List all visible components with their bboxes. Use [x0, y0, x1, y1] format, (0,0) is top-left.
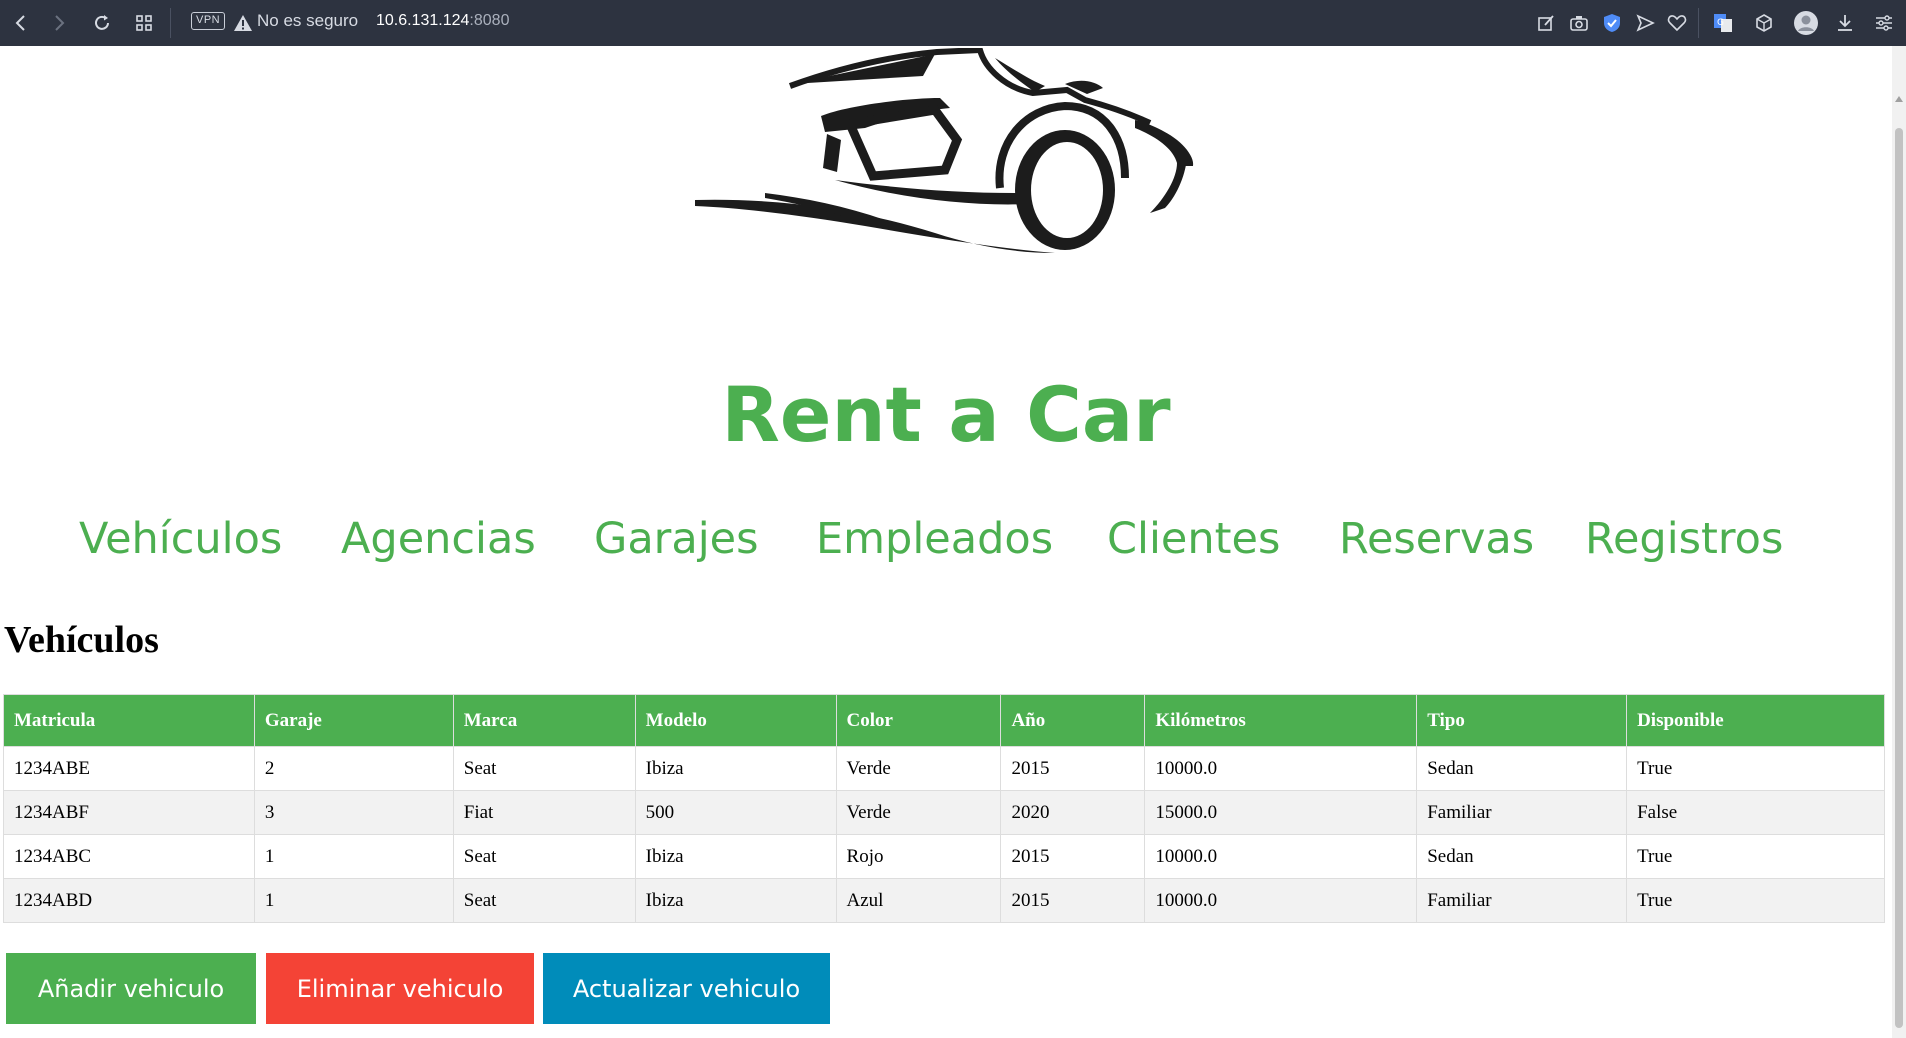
cell-kilometros: 10000.0 [1144, 746, 1418, 791]
url-host: 10.6.131.124 [376, 12, 470, 29]
column-header-tipo: Tipo [1416, 694, 1628, 747]
toolbar-divider [1698, 8, 1699, 38]
cell-color: Azul [835, 878, 1002, 923]
add-vehicle-button[interactable]: Añadir vehiculo [6, 953, 256, 1024]
cell-disponible: False [1626, 790, 1885, 835]
cell-color: Verde [835, 746, 1002, 791]
table-row[interactable]: 1234ABD 1 Seat Ibiza Azul 2015 10000.0 F… [3, 878, 1885, 923]
cell-kilometros: 10000.0 [1144, 878, 1418, 923]
settings-menu-icon[interactable] [1873, 12, 1895, 34]
cell-marca: Seat [452, 878, 636, 923]
cell-marca: Seat [452, 746, 636, 791]
tabs-grid-icon[interactable] [133, 12, 155, 34]
cell-matricula: 1234ABF [3, 790, 255, 835]
cell-garaje: 1 [253, 834, 454, 879]
cell-modelo: Ibiza [634, 746, 837, 791]
heart-icon[interactable] [1666, 12, 1688, 34]
page-scrollbar[interactable] [1892, 46, 1906, 1038]
table-row[interactable]: 1234ABF 3 Fiat 500 Verde 2020 15000.0 Fa… [3, 790, 1885, 835]
cell-kilometros: 10000.0 [1144, 834, 1418, 879]
nav-link-agencias[interactable]: Agencias [341, 514, 536, 564]
column-header-matricula: Matricula [3, 694, 255, 747]
main-nav: Vehículos Agencias Garajes Empleados Cli… [0, 514, 1892, 574]
cell-modelo: 500 [634, 790, 837, 835]
cell-ano: 2015 [1000, 878, 1146, 923]
camera-icon[interactable] [1568, 12, 1590, 34]
site-title: Rent a Car [721, 370, 1171, 459]
cell-ano: 2015 [1000, 746, 1146, 791]
table-header-row: Matricula Garaje Marca Modelo Color Año … [3, 694, 1885, 747]
cell-ano: 2015 [1000, 834, 1146, 879]
download-icon[interactable] [1834, 12, 1856, 34]
vehicles-table: Matricula Garaje Marca Modelo Color Año … [3, 694, 1885, 923]
cell-kilometros: 15000.0 [1144, 790, 1418, 835]
cell-tipo: Familiar [1416, 790, 1628, 835]
cell-marca: Seat [452, 834, 636, 879]
translate-icon[interactable]: G [1712, 12, 1734, 34]
cell-color: Rojo [835, 834, 1002, 879]
extensions-cube-icon[interactable] [1753, 12, 1775, 34]
warning-icon[interactable] [232, 12, 254, 34]
cell-garaje: 1 [253, 878, 454, 923]
cell-modelo: Ibiza [634, 834, 837, 879]
section-title: Vehículos [4, 619, 159, 661]
column-header-kilometros: Kilómetros [1144, 694, 1418, 747]
update-vehicle-button[interactable]: Actualizar vehiculo [543, 953, 830, 1024]
scroll-up-arrow[interactable] [1895, 96, 1903, 102]
nav-link-registros[interactable]: Registros [1585, 514, 1783, 564]
cell-garaje: 2 [253, 746, 454, 791]
send-icon[interactable] [1634, 12, 1656, 34]
profile-avatar-icon[interactable] [1793, 10, 1819, 36]
url-port: :8080 [469, 12, 510, 29]
cell-tipo: Sedan [1416, 746, 1628, 791]
cell-color: Verde [835, 790, 1002, 835]
vpn-badge[interactable]: VPN [191, 12, 226, 30]
cell-disponible: True [1626, 834, 1885, 879]
nav-link-reservas[interactable]: Reservas [1339, 514, 1534, 564]
nav-link-garajes[interactable]: Garajes [594, 514, 759, 564]
cell-matricula: 1234ABE [3, 746, 255, 791]
cell-tipo: Sedan [1416, 834, 1628, 879]
nav-link-empleados[interactable]: Empleados [816, 514, 1053, 564]
reload-icon[interactable] [91, 12, 113, 34]
column-header-ano: Año [1000, 694, 1146, 747]
cell-marca: Fiat [452, 790, 636, 835]
column-header-modelo: Modelo [634, 694, 837, 747]
address-bar[interactable]: 10.6.131.124:8080 [376, 12, 509, 30]
nav-link-clientes[interactable]: Clientes [1107, 514, 1280, 564]
nav-link-vehiculos[interactable]: Vehículos [79, 514, 282, 564]
cell-modelo: Ibiza [634, 878, 837, 923]
table-row[interactable]: 1234ABE 2 Seat Ibiza Verde 2015 10000.0 … [3, 746, 1885, 791]
column-header-garaje: Garaje [253, 694, 454, 747]
column-header-disponible: Disponible [1626, 694, 1885, 747]
table-row[interactable]: 1234ABC 1 Seat Ibiza Rojo 2015 10000.0 S… [3, 834, 1885, 879]
cell-tipo: Familiar [1416, 878, 1628, 923]
svg-text:G: G [1717, 18, 1724, 28]
scroll-thumb[interactable] [1895, 128, 1903, 1028]
browser-toolbar: VPN No es seguro 10.6.131.124:8080 G [0, 0, 1906, 46]
delete-vehicle-button[interactable]: Eliminar vehiculo [266, 953, 534, 1024]
forward-icon[interactable] [48, 12, 70, 34]
cell-disponible: True [1626, 746, 1885, 791]
toolbar-divider [170, 8, 171, 38]
column-header-marca: Marca [452, 694, 636, 747]
back-icon[interactable] [10, 12, 32, 34]
cell-disponible: True [1626, 878, 1885, 923]
cell-garaje: 3 [253, 790, 454, 835]
cell-matricula: 1234ABD [3, 878, 255, 923]
edit-page-icon[interactable] [1535, 12, 1557, 34]
shield-icon[interactable] [1601, 12, 1623, 34]
cell-ano: 2020 [1000, 790, 1146, 835]
cell-matricula: 1234ABC [3, 834, 255, 879]
column-header-color: Color [835, 694, 1002, 747]
car-logo [695, 48, 1194, 253]
security-status[interactable]: No es seguro [257, 11, 358, 31]
